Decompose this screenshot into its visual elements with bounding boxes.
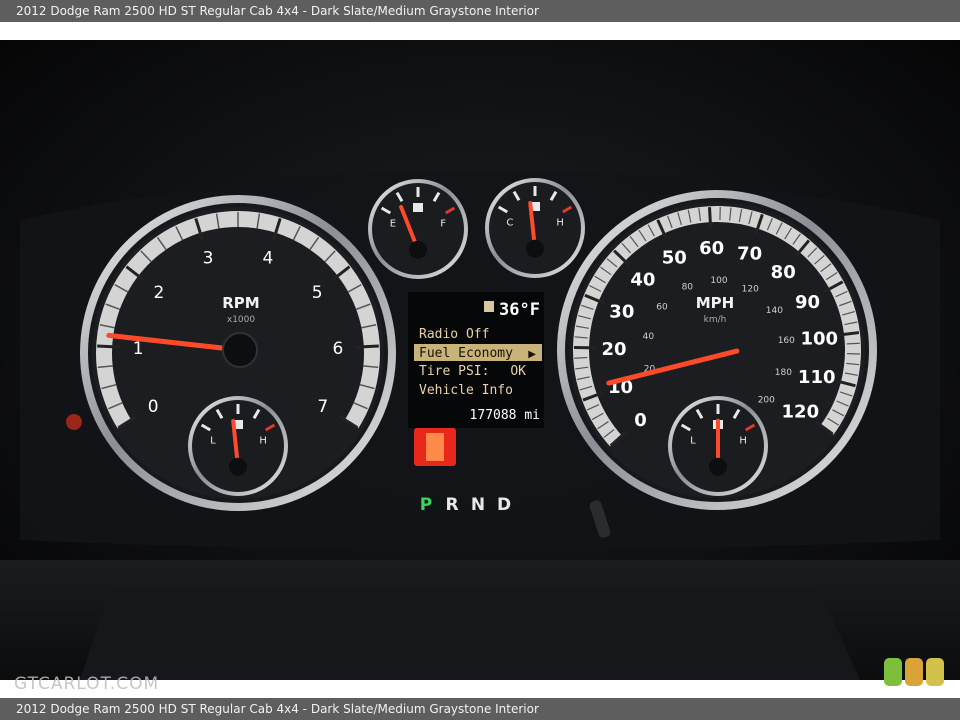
watermark-dots [884, 658, 944, 686]
speed-tick [574, 356, 588, 359]
speed-tick-label: 60 [699, 238, 724, 259]
evic-menu-item-vehicle-info: Vehicle Info [419, 383, 513, 398]
speed-unit: km/h [704, 315, 727, 325]
tach-tick-label: 3 [203, 249, 214, 269]
oil-low-label: L [690, 435, 696, 446]
fuel-low-label: E [390, 218, 396, 229]
caption-bar-top: 2012 Dodge Ram 2500 HD ST Regular Cab 4x… [0, 0, 960, 22]
oil-pressure-gauge: LH [668, 396, 768, 496]
batt-low-label: L [210, 435, 216, 446]
temp-high-label: H [556, 217, 564, 228]
temperature-gauge: CH [485, 178, 585, 278]
instrument-cluster-photo: 0123 4567 RPM x1000 01020304050 60 70809010… [0, 40, 960, 680]
speed-tick-label: 50 [662, 247, 687, 268]
kmh-tick-label: 40 [643, 332, 655, 342]
tach-tick-label: 2 [153, 283, 164, 303]
speed-label: MPH [696, 294, 734, 312]
tach-label: RPM [222, 294, 259, 312]
tach-tick [355, 344, 379, 349]
gear-n: N [471, 495, 485, 515]
tach-tick-label: 4 [263, 249, 274, 269]
tach-tick-label: 5 [312, 283, 323, 303]
speed-tick-label: 110 [798, 367, 836, 388]
speed-tick-label: 20 [601, 339, 626, 360]
speed-tick-label: 100 [800, 328, 838, 349]
tach-tick [97, 344, 121, 349]
menu-arrow-icon: ▶ [528, 349, 536, 360]
odometer: 177088 mi [470, 408, 540, 423]
kmh-tick-label: 120 [742, 284, 759, 294]
caption-bar-bottom: 2012 Dodge Ram 2500 HD ST Regular Cab 4x… [0, 698, 960, 720]
caption-text: 2012 Dodge Ram 2500 HD ST Regular Cab 4x… [16, 4, 539, 18]
kmh-tick-label: 60 [656, 303, 668, 313]
speed-tick-label: 90 [795, 292, 820, 313]
speed-tick-label: 30 [609, 302, 634, 323]
kmh-tick-label: 200 [758, 396, 775, 406]
speed-tick-label: 80 [771, 262, 796, 283]
tach-tick-label: 0 [148, 397, 159, 417]
gear-p: P [420, 495, 432, 515]
tach-tick-label: 7 [317, 397, 328, 417]
temp-low-label: C [506, 217, 513, 228]
speed-tick-label: 0 [634, 410, 647, 431]
kmh-tick-label: 80 [682, 283, 694, 293]
speed-tick-label: 40 [630, 269, 655, 290]
tire-status: OK [510, 364, 526, 379]
kmh-tick-label: 140 [766, 306, 783, 316]
speed-tick [708, 207, 713, 229]
speed-tick-label: 70 [737, 243, 762, 264]
tach-tick-label: 6 [332, 339, 343, 359]
oil-high-label: H [739, 435, 747, 446]
fuel-high-label: F [440, 218, 446, 229]
evic-menu-item-tire-psi: Tire PSI: [419, 364, 489, 379]
kmh-tick-label: 180 [775, 368, 792, 378]
door-ajar-indicator [414, 428, 456, 466]
batt-high-label: H [259, 435, 267, 446]
door-ajar-icon [426, 433, 444, 461]
caption-text-bottom: 2012 Dodge Ram 2500 HD ST Regular Cab 4x… [16, 702, 539, 716]
gear-d: D [497, 495, 511, 515]
speed-tick-label: 120 [782, 402, 820, 423]
evic-menu-item-radio: Radio Off [419, 327, 489, 342]
kmh-tick-label: 100 [710, 276, 727, 286]
evic-menu-item-fuel-economy: Fuel Economy [419, 346, 513, 361]
thermometer-icon [484, 301, 494, 312]
outside-temperature: 36°F [499, 300, 540, 320]
evic-display: 36°F Radio Off Fuel Economy ▶ Tire PSI: … [408, 292, 544, 428]
tach-tick-label: 1 [133, 339, 144, 359]
fuel-pump-icon [413, 203, 423, 212]
gear-r: R [445, 495, 458, 515]
seatbelt-warning-icon [66, 414, 82, 430]
kmh-tick-label: 160 [778, 336, 795, 346]
battery-gauge: LH [188, 396, 288, 496]
fuel-gauge: EF [368, 179, 468, 279]
speed-tick [846, 342, 860, 345]
watermark-logo: GTCARLOT.COM [14, 674, 160, 694]
tach-unit: x1000 [227, 315, 256, 325]
